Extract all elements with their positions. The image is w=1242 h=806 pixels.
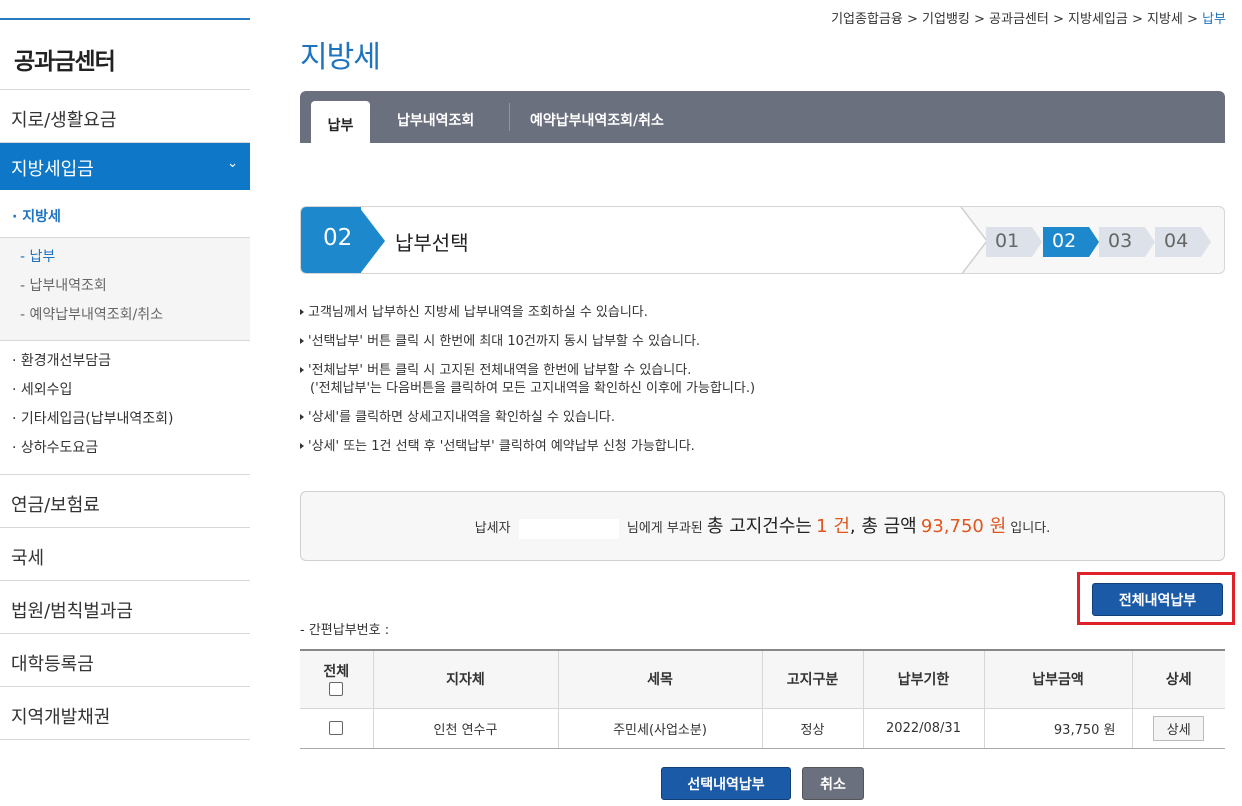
taxpayer-name-mask xyxy=(518,518,619,539)
breadcrumb-item[interactable]: 기업뱅킹 xyxy=(922,12,970,27)
cell-amount: 93,750 원 xyxy=(984,708,1133,749)
detail-button[interactable]: 상세 xyxy=(1153,715,1205,741)
row-checkbox-cell xyxy=(300,708,374,749)
sidebar-sub-etc[interactable]: · 기타세입금(납부내역조회) xyxy=(12,408,250,437)
step-chip-01: 01 xyxy=(986,227,1042,257)
highlight-box: 전체내역납부 xyxy=(1077,572,1235,625)
table-header: 납부금액 xyxy=(984,649,1133,709)
bill-table: 전체 지자체 세목 고지구분 납부기한 납부금액 상세 인천 연수구 주민세(사… xyxy=(300,649,1225,749)
sidebar-title: 공과금센터 xyxy=(0,20,250,90)
sidebar-sub-water[interactable]: · 상하수도요금 xyxy=(12,437,250,466)
breadcrumb-item[interactable]: 지방세입금 xyxy=(1068,12,1128,27)
guide-note-text: '전체납부' 버튼 클릭 시 고지된 전체내역을 한번에 납부할 수 있습니다. xyxy=(308,363,692,378)
sidebar-item-court[interactable]: 법원/범칙벌과금 xyxy=(0,581,250,634)
table-header: 세목 xyxy=(558,649,763,709)
summary-amount-label: , 총 금액 xyxy=(849,516,917,537)
tab-reservation[interactable]: 예약납부내역조회/취소 xyxy=(530,101,664,143)
summary-count: 1 건 xyxy=(816,516,850,537)
breadcrumb-item[interactable]: 기업종합금융 xyxy=(831,12,903,27)
guide-note: '상세'를 클릭하면 상세고지내역을 확인하실 수 있습니다. xyxy=(300,409,755,427)
select-all-checkbox[interactable] xyxy=(329,682,344,697)
step-chip-02: 02 xyxy=(1043,227,1099,257)
easy-pay-number-label: - 간편납부번호 : xyxy=(300,623,390,638)
sidebar-item-giro[interactable]: 지로/생활요금 xyxy=(0,90,250,143)
cell-type: 정상 xyxy=(762,708,864,749)
pay-all-button[interactable]: 전체내역납부 xyxy=(1092,583,1223,616)
cell-due: 2022/08/31 xyxy=(863,708,985,749)
table-header-all: 전체 xyxy=(300,649,374,709)
sidebar-sub-local-tax[interactable]: · 지방세 xyxy=(0,190,250,238)
summary-count-label: 총 고지건수는 xyxy=(706,516,812,537)
sidebar-item-tuition[interactable]: 대학등록금 xyxy=(0,634,250,687)
step-divider-icon xyxy=(937,207,988,273)
guide-note: '전체납부' 버튼 클릭 시 고지된 전체내역을 한번에 납부할 수 있습니다.… xyxy=(300,362,755,398)
table-header: 상세 xyxy=(1132,649,1225,709)
guide-note: '선택납부' 버튼 클릭 시 한번에 최대 10건까지 동시 납부할 수 있습니… xyxy=(300,333,755,351)
breadcrumb-current: 납부 xyxy=(1202,12,1226,27)
tab-bar: 납부 납부내역조회 예약납부내역조회/취소 xyxy=(300,91,1225,143)
pay-selected-button[interactable]: 선택내역납부 xyxy=(661,767,791,800)
summary-prefix: 납세자 xyxy=(474,521,511,536)
summary-mid: 님에게 부과된 xyxy=(626,521,703,536)
sidebar-item-bond[interactable]: 지역개발채권 xyxy=(0,687,250,740)
guide-notes: 고객님께서 납부하신 지방세 납부내역을 조회하실 수 있습니다. '선택납부'… xyxy=(300,304,755,467)
sidebar-sub-menu: - 납부 - 납부내역조회 - 예약납부내역조회/취소 xyxy=(0,238,250,341)
table-header: 고지구분 xyxy=(762,649,864,709)
table-header-label: 전체 xyxy=(323,664,350,681)
cell-tax: 주민세(사업소분) xyxy=(558,708,763,749)
cell-detail: 상세 xyxy=(1132,708,1225,749)
page-title: 지방세 xyxy=(300,40,381,75)
step-indicator: 02 납부선택 01 02 03 04 xyxy=(300,206,1225,274)
table-header: 지자체 xyxy=(373,649,559,709)
sidebar-sub-environment[interactable]: · 환경개선부담금 xyxy=(12,350,250,379)
tab-pay[interactable]: 납부 xyxy=(311,101,370,143)
step-arrow xyxy=(359,207,385,273)
step-chip-04: 04 xyxy=(1155,227,1211,257)
guide-note: 고객님께서 납부하신 지방세 납부내역을 조회하실 수 있습니다. xyxy=(300,304,755,322)
sidebar-item-national-tax[interactable]: 국세 xyxy=(0,528,250,581)
tab-history[interactable]: 납부내역조회 xyxy=(397,101,474,143)
summary-suffix: 입니다. xyxy=(1010,521,1051,536)
table-header: 납부기한 xyxy=(863,649,985,709)
step-badge: 02 xyxy=(301,207,361,273)
step-chip-03: 03 xyxy=(1099,227,1155,257)
step-title: 납부선택 xyxy=(395,231,469,255)
breadcrumb-item[interactable]: 지방세 xyxy=(1147,12,1183,27)
summary-box: 납세자 님에게 부과된 총 고지건수는 1 건, 총 금액 93,750 원 입… xyxy=(300,491,1225,561)
sidebar-item-local-tax[interactable]: 지방세입금 ⌄ xyxy=(0,143,250,190)
chevron-down-icon: ⌄ xyxy=(227,156,238,171)
sidebar-item-label: 지방세입금 xyxy=(11,159,94,180)
breadcrumb: 기업종합금융 > 기업뱅킹 > 공과금센터 > 지방세입금 > 지방세 > 납부 xyxy=(831,12,1226,27)
summary-amount: 93,750 원 xyxy=(920,516,1007,537)
sidebar-sub-other: · 환경개선부담금 · 세외수입 · 기타세입금(납부내역조회) · 상하수도요… xyxy=(0,341,250,475)
tab-separator xyxy=(509,103,510,131)
sidebar-item-pension[interactable]: 연금/보험료 xyxy=(0,475,250,528)
sidebar: 공과금센터 지로/생활요금 지방세입금 ⌄ · 지방세 - 납부 - 납부내역조… xyxy=(0,18,250,740)
sidebar-sub-nontax[interactable]: · 세외수입 xyxy=(12,379,250,408)
breadcrumb-item[interactable]: 공과금센터 xyxy=(989,12,1049,27)
table-row: 인천 연수구 주민세(사업소분) 정상 2022/08/31 93,750 원 … xyxy=(300,708,1225,749)
cancel-button[interactable]: 취소 xyxy=(802,767,864,800)
sidebar-sub-reservation[interactable]: - 예약납부내역조회/취소 xyxy=(20,305,250,334)
sidebar-sub-history[interactable]: - 납부내역조회 xyxy=(20,276,250,305)
cell-region: 인천 연수구 xyxy=(373,708,559,749)
guide-note: '상세' 또는 1건 선택 후 '선택납부' 클릭하여 예약납부 신청 가능합니… xyxy=(300,438,755,456)
sidebar-sub-pay[interactable]: - 납부 xyxy=(20,247,250,276)
row-checkbox[interactable] xyxy=(329,721,344,735)
guide-note-sub: ('전체납부'는 다음버튼을 클릭하여 모든 고지내역을 확인하신 이후에 가능… xyxy=(310,381,756,396)
